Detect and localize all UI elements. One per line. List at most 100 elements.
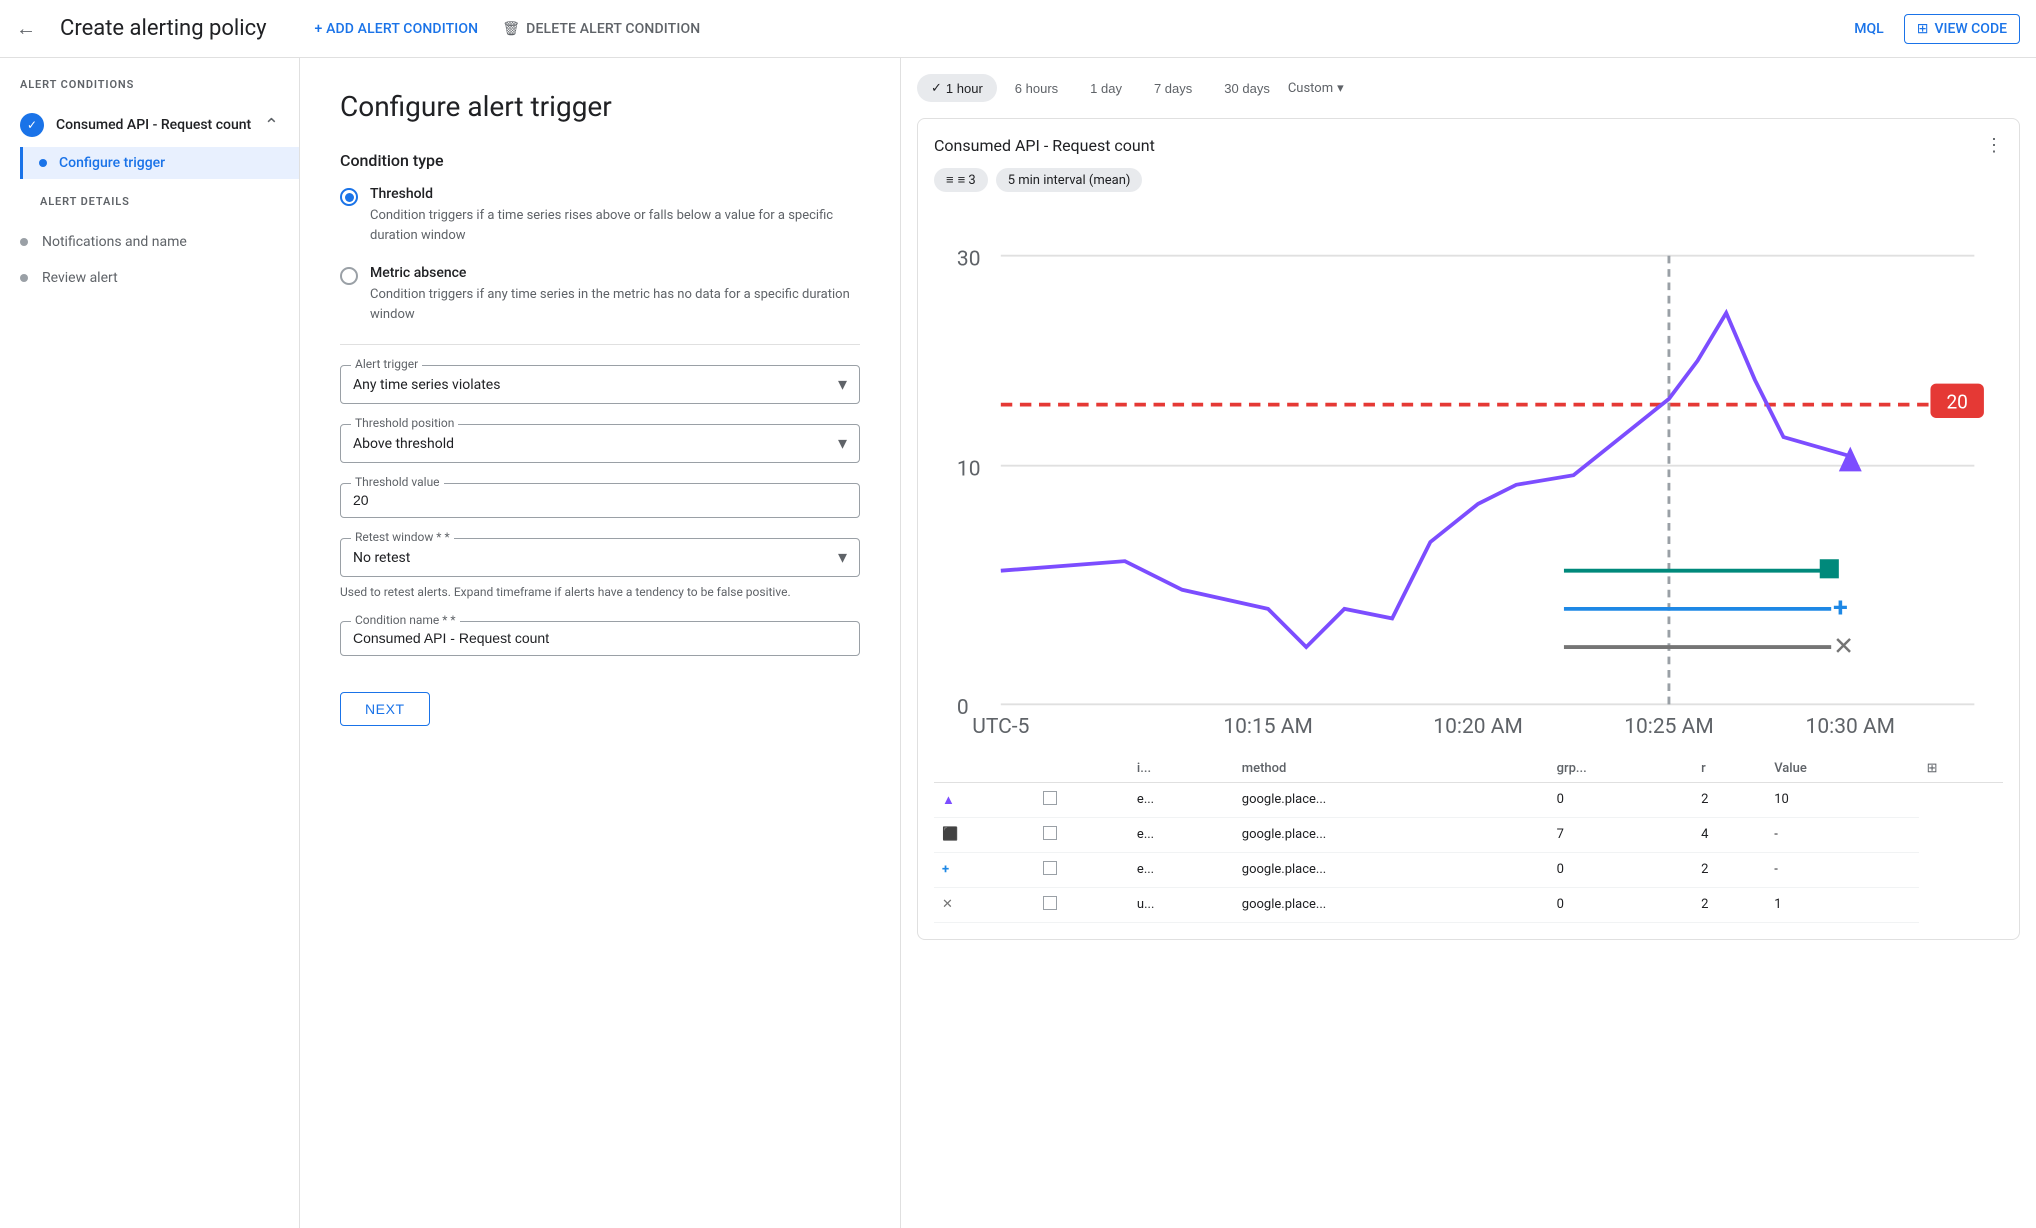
sidebar-sub-configure-trigger[interactable]: Configure trigger (20, 147, 299, 179)
svg-text:10: 10 (957, 457, 981, 481)
chart-header: Consumed API - Request count ⋮ (934, 135, 2003, 156)
retest-window-arrow-icon: ▾ (838, 547, 847, 568)
row2-checkbox[interactable] (1043, 826, 1057, 840)
table-row: + e... google.place... 0 2 - (934, 852, 2003, 887)
time-tabs: ✓ 1 hour 6 hours 1 day 7 days 30 days Cu… (917, 74, 2020, 102)
row1-method: google.place... (1234, 782, 1549, 817)
alert-trigger-label: Alert trigger (351, 357, 422, 371)
delete-alert-condition-button[interactable]: 🗑 DELETE ALERT CONDITION (502, 21, 700, 37)
row1-r: 2 (1693, 782, 1766, 817)
svg-text:✕: ✕ (1833, 633, 1854, 662)
row2-method: google.place... (1234, 817, 1549, 852)
threshold-position-select[interactable]: Above threshold ▾ (353, 433, 847, 454)
row4-checkbox[interactable] (1043, 896, 1057, 910)
svg-text:10:15 AM: 10:15 AM (1223, 715, 1312, 739)
alert-details-section: ALERT DETAILS (0, 179, 299, 224)
review-label: Review alert (42, 270, 118, 286)
row2-value: - (1766, 817, 1918, 852)
chart-menu-button[interactable]: ⋮ (1985, 135, 2003, 156)
legend-col-icon (934, 755, 1035, 783)
trash-icon: 🗑 (502, 21, 520, 37)
metric-absence-option[interactable]: Metric absence Condition triggers if any… (340, 265, 860, 324)
filter-icon: ≡ (946, 172, 954, 188)
time-tab-7days[interactable]: 7 days (1140, 75, 1206, 102)
row1-grp: 0 (1549, 782, 1694, 817)
sidebar-item-notifications[interactable]: Notifications and name (0, 224, 299, 260)
row4-method: google.place... (1234, 887, 1549, 922)
svg-text:10:30 AM: 10:30 AM (1806, 715, 1895, 739)
row4-instance: u... (1129, 887, 1234, 922)
row1-instance: e... (1129, 782, 1234, 817)
sidebar-item-condition[interactable]: ✓ Consumed API - Request count ⌃ (0, 103, 299, 147)
row2-instance: e... (1129, 817, 1234, 852)
form-panel: Configure alert trigger Condition type T… (300, 58, 900, 1228)
row4-r: 2 (1693, 887, 1766, 922)
legend-col-r: r (1693, 755, 1766, 783)
retest-window-select[interactable]: No retest ▾ (353, 547, 847, 568)
alert-trigger-value: Any time series violates (353, 377, 500, 393)
sidebar-item-review[interactable]: Review alert (0, 260, 299, 296)
time-tab-6hours[interactable]: 6 hours (1001, 75, 1072, 102)
page-title: Create alerting policy (60, 16, 267, 41)
metric-absence-radio[interactable] (340, 267, 358, 285)
interval-badge[interactable]: 5 min interval (mean) (996, 168, 1143, 192)
legend-col-grp: grp... (1549, 755, 1694, 783)
retest-window-value: No retest (353, 550, 410, 566)
back-button[interactable]: ← (16, 16, 36, 41)
threshold-value-input[interactable] (353, 492, 847, 508)
threshold-desc: Condition triggers if a time series rise… (370, 206, 860, 245)
alert-details-label: ALERT DETAILS (20, 195, 279, 220)
table-row: ▲ e... google.place... 0 2 10 (934, 782, 2003, 817)
time-tab-1hour[interactable]: ✓ 1 hour (917, 74, 997, 102)
row2-icon: ⬛ (942, 827, 958, 842)
row2-grp: 7 (1549, 817, 1694, 852)
chart-svg-wrapper: 30 10 0 20 (934, 208, 2003, 747)
condition-name-label: Condition name * (351, 613, 460, 627)
row1-checkbox[interactable] (1043, 791, 1057, 805)
expand-icon[interactable]: ⌃ (264, 115, 279, 136)
legend-col-settings[interactable]: ⊞ (1919, 755, 2003, 783)
row3-instance: e... (1129, 852, 1234, 887)
filter-badge[interactable]: ≡ ≡ 3 (934, 168, 988, 192)
row3-icon: + (942, 862, 949, 877)
legend-col-checkbox (1035, 755, 1129, 783)
row4-icon: ✕ (942, 897, 953, 912)
svg-text:10:25 AM: 10:25 AM (1624, 715, 1713, 739)
add-alert-condition-button[interactable]: + ADD ALERT CONDITION (315, 21, 479, 37)
row1-icon: ▲ (942, 793, 955, 808)
time-tab-custom[interactable]: Custom ▾ (1288, 81, 1344, 96)
custom-dropdown-icon: ▾ (1337, 81, 1344, 96)
view-code-button[interactable]: ⊞ VIEW CODE (1904, 14, 2020, 44)
mql-button[interactable]: MQL (1854, 21, 1883, 37)
chart-panel: ✓ 1 hour 6 hours 1 day 7 days 30 days Cu… (900, 58, 2036, 1228)
row2-r: 4 (1693, 817, 1766, 852)
row4-value: 1 (1766, 887, 1918, 922)
row3-method: google.place... (1234, 852, 1549, 887)
row3-grp: 0 (1549, 852, 1694, 887)
threshold-option[interactable]: Threshold Condition triggers if a time s… (340, 186, 860, 245)
svg-text:30: 30 (957, 247, 981, 271)
time-tab-1day[interactable]: 1 day (1076, 75, 1136, 102)
code-icon: ⊞ (1917, 21, 1929, 37)
legend-table: i... method grp... r Value ⊞ ▲ e... (934, 755, 2003, 923)
configure-trigger-label: Configure trigger (59, 155, 165, 171)
row3-r: 2 (1693, 852, 1766, 887)
review-dot-icon (20, 274, 28, 282)
topbar: ← Create alerting policy + ADD ALERT CON… (0, 0, 2036, 58)
chart-card: Consumed API - Request count ⋮ ≡ ≡ 3 5 m… (917, 118, 2020, 940)
condition-type-label: Condition type (340, 151, 860, 170)
alert-trigger-select[interactable]: Any time series violates ▾ (353, 374, 847, 395)
svg-text:20: 20 (1946, 390, 1967, 413)
metric-absence-label: Metric absence (370, 265, 860, 281)
condition-title: Consumed API - Request count (56, 117, 252, 133)
retest-window-field: Retest window * No retest ▾ Used to rete… (340, 538, 860, 601)
row4-grp: 0 (1549, 887, 1694, 922)
threshold-radio[interactable] (340, 188, 358, 206)
time-tab-30days[interactable]: 30 days (1210, 75, 1284, 102)
check-icon: ✓ (931, 80, 942, 96)
condition-name-field: Condition name * (340, 621, 860, 656)
row3-checkbox[interactable] (1043, 861, 1057, 875)
condition-name-input[interactable] (353, 630, 847, 646)
sub-dot-icon (39, 159, 47, 167)
next-button[interactable]: NEXT (340, 692, 430, 726)
